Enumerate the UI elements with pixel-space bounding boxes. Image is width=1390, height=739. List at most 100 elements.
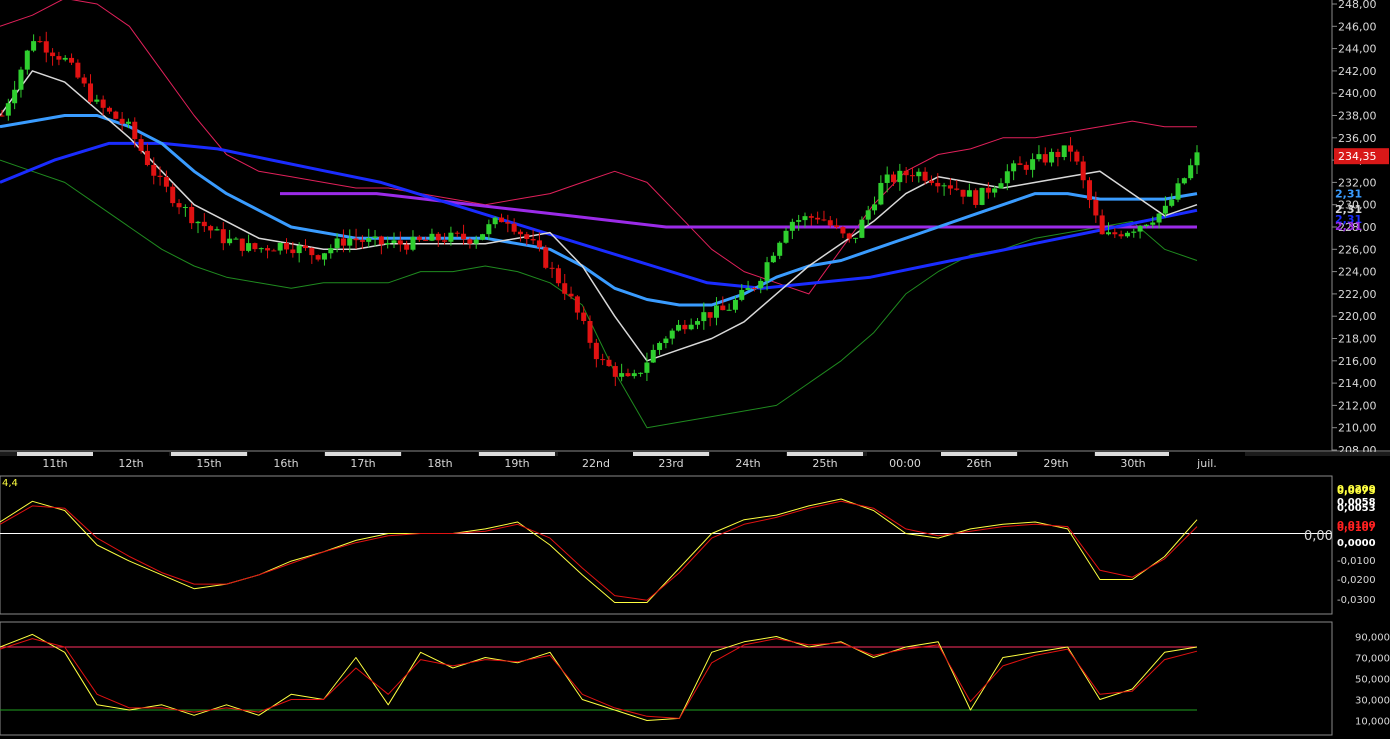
stochastic-panel[interactable]: 90,0000 70,0000 50,0000 30,0000 10,0000 [0,621,1390,736]
candle-body[interactable] [1017,163,1023,165]
candle-body[interactable] [631,373,637,377]
candle-body[interactable] [669,330,675,339]
candle-body[interactable] [676,324,682,331]
candle-body[interactable] [985,187,991,193]
candle-body[interactable] [827,220,833,226]
candle-body[interactable] [391,240,397,243]
candle-body[interactable] [1143,224,1149,226]
candle-body[interactable] [808,216,814,218]
candle-body[interactable] [619,373,625,377]
candle-body[interactable] [606,359,612,367]
candle-body[interactable] [69,57,75,63]
candle-body[interactable] [745,287,751,291]
candle-body[interactable] [12,89,18,104]
candle-body[interactable] [18,69,24,90]
candle-body[interactable] [517,231,523,235]
candle-body[interactable] [1169,199,1175,206]
candle-body[interactable] [125,121,131,124]
candle-body[interactable] [1175,183,1181,200]
candle-body[interactable] [650,349,656,363]
candle-body[interactable] [182,207,188,209]
candle-body[interactable] [726,309,732,311]
candle-body[interactable] [998,183,1004,189]
candle-body[interactable] [1162,205,1168,214]
candle-body[interactable] [897,170,903,183]
candle-body[interactable] [815,217,821,220]
candle-body[interactable] [163,177,169,187]
candle-body[interactable] [31,41,37,51]
candle-body[interactable] [151,164,157,176]
candle-body[interactable] [821,219,827,221]
candle-body[interactable] [568,293,574,297]
candle-body[interactable] [486,224,492,235]
candle-body[interactable] [24,50,30,70]
candle-body[interactable] [916,171,922,177]
candle-body[interactable] [132,121,138,140]
candle-body[interactable] [1112,232,1118,235]
candle-body[interactable] [909,175,915,177]
candle-body[interactable] [840,227,846,234]
candle-body[interactable] [366,237,372,242]
candle-body[interactable] [1188,165,1194,179]
candle-body[interactable] [309,248,315,256]
candle-body[interactable] [638,372,644,374]
candle-body[interactable] [802,216,808,221]
candle-body[interactable] [865,210,871,220]
candle-body[interactable] [195,221,201,224]
candle-body[interactable] [397,240,403,245]
candle-body[interactable] [789,221,795,231]
candle-body[interactable] [682,324,688,330]
candle-body[interactable] [429,233,435,241]
candle-body[interactable] [973,190,979,205]
candle-body[interactable] [258,248,264,250]
candle-body[interactable] [1156,213,1162,223]
candle-body[interactable] [157,175,163,178]
candle-body[interactable] [770,255,776,263]
candle-body[interactable] [884,174,890,183]
candle-body[interactable] [935,182,941,187]
candle-body[interactable] [1074,151,1080,162]
candle-body[interactable] [505,222,511,224]
candle-body[interactable] [113,111,119,119]
candle-body[interactable] [947,185,953,189]
candle-body[interactable] [549,267,555,269]
candle-body[interactable] [859,219,865,238]
candle-body[interactable] [695,321,701,325]
candle-body[interactable] [271,250,277,252]
candle-body[interactable] [1087,180,1093,201]
candle-body[interactable] [922,171,928,181]
candle-body[interactable] [170,186,176,204]
candle-body[interactable] [1055,151,1061,158]
candle-body[interactable] [783,230,789,243]
candle-body[interactable] [992,188,998,193]
candle-body[interactable] [657,343,663,350]
candle-body[interactable] [903,170,909,176]
candle-body[interactable] [1150,222,1156,225]
candle-body[interactable] [56,56,62,60]
candle-body[interactable] [612,366,618,377]
candle-body[interactable] [448,232,454,242]
candle-body[interactable] [834,225,840,228]
candle-body[interactable] [1131,231,1137,233]
candle-body[interactable] [461,233,467,240]
candle-body[interactable] [1011,163,1017,172]
candle-body[interactable] [144,150,150,165]
candle-body[interactable] [758,280,764,289]
candle-body[interactable] [941,185,947,187]
candle-body[interactable] [1181,178,1187,184]
candle-body[interactable] [701,312,707,322]
candle-body[interactable] [1004,171,1010,184]
candle-body[interactable] [353,238,359,241]
candle-body[interactable] [37,41,43,43]
candle-body[interactable] [480,234,486,240]
candle-body[interactable] [138,139,144,151]
candle-body[interactable] [1023,164,1029,170]
candle-body[interactable] [340,238,346,246]
candle-body[interactable] [277,242,283,251]
candle-body[interactable] [1105,232,1111,235]
candle-body[interactable] [5,103,11,116]
candle-body[interactable] [581,312,587,321]
candle-body[interactable] [88,83,94,102]
candle-body[interactable] [423,239,429,241]
candle-body[interactable] [1030,159,1036,170]
